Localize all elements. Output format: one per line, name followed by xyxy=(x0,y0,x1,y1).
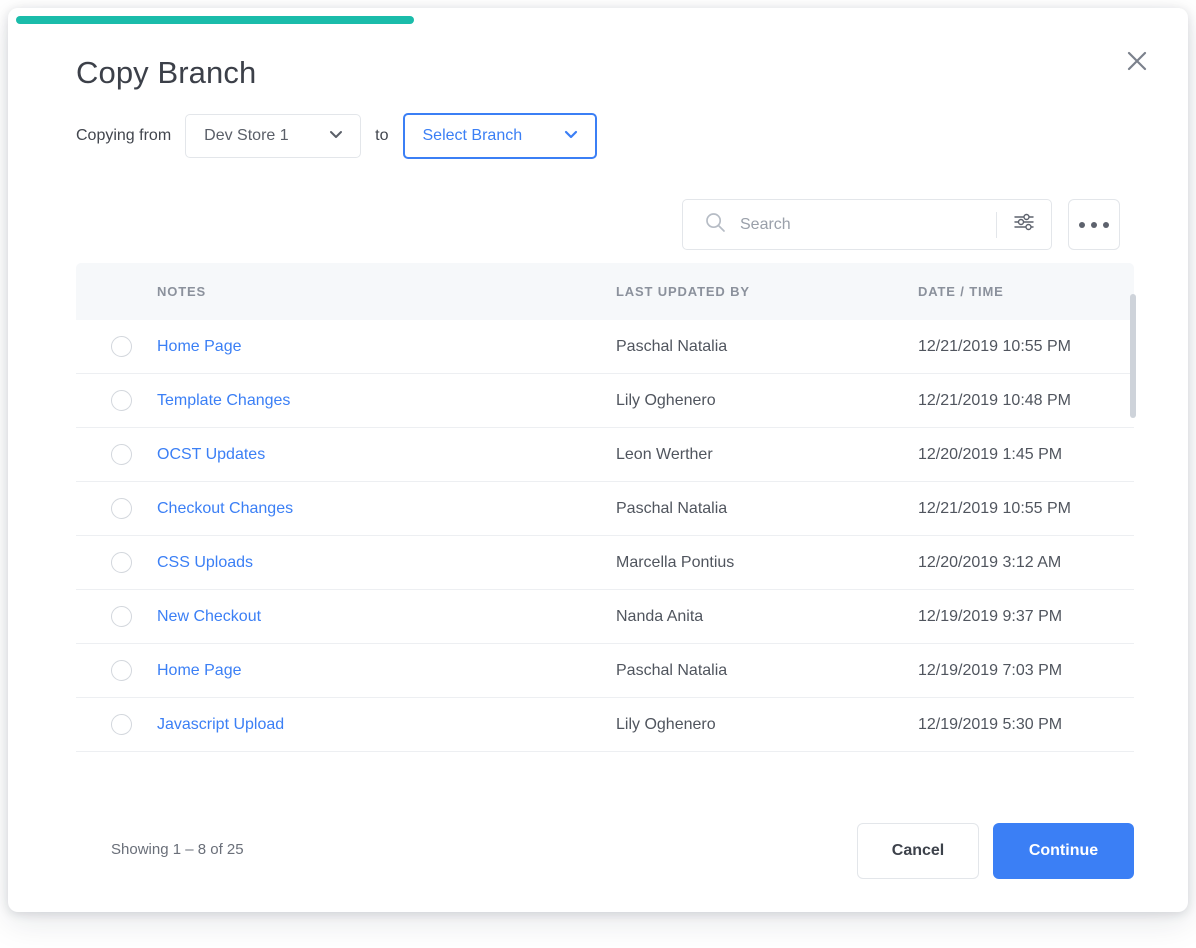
source-store-dropdown[interactable]: Dev Store 1 xyxy=(185,114,362,158)
row-radio-button[interactable] xyxy=(111,605,133,628)
row-radio-button[interactable] xyxy=(111,713,133,736)
progress-bar-track xyxy=(8,8,1188,24)
table-row[interactable]: Checkout Changes Paschal Natalia 12/21/201… xyxy=(76,482,1134,536)
sliders-icon xyxy=(1013,211,1035,238)
radio-circle-icon xyxy=(111,659,132,681)
page-title: Copy Branch xyxy=(76,55,257,90)
target-branch-dropdown[interactable]: Select Branch xyxy=(402,113,597,159)
chevron-down-icon xyxy=(328,126,344,147)
row-last-updated-by: Marcella Pontius xyxy=(616,553,735,571)
radio-circle-icon xyxy=(111,605,132,627)
table-row[interactable]: Home Page Paschal Natalia 12/21/2019 10:55… xyxy=(76,320,1134,374)
row-date-time: 12/19/2019 7:03 PM xyxy=(918,661,1063,679)
close-icon xyxy=(1126,50,1148,72)
row-note-link[interactable]: Javascript Upload xyxy=(157,716,284,734)
row-radio-button[interactable] xyxy=(111,389,133,412)
row-radio-button[interactable] xyxy=(111,443,133,466)
row-date-time: 12/19/2019 5:30 PM xyxy=(918,715,1063,733)
row-note-link[interactable]: Home Page xyxy=(157,662,242,680)
radio-circle-icon xyxy=(111,497,132,519)
branch-notes-table: NOTES LAST UPDATED BY DATE / TIME Home P… xyxy=(76,263,1136,752)
row-date-time: 12/21/2019 10:55 PM xyxy=(918,337,1072,355)
row-note-link[interactable]: Home Page xyxy=(157,338,242,356)
row-last-updated-by: Lily Oghenero xyxy=(616,715,716,733)
radio-circle-icon xyxy=(111,713,132,735)
copy-branch-modal: Copy Branch Copying from Dev Store 1 to … xyxy=(8,8,1188,912)
row-date-time: 12/21/2019 10:55 PM xyxy=(918,499,1072,517)
row-last-updated-by: Nanda Anita xyxy=(616,607,704,625)
ellipsis-icon xyxy=(1091,221,1097,228)
column-header-last-updated-by: LAST UPDATED BY xyxy=(616,284,750,299)
row-last-updated-by: Lily Oghenero xyxy=(616,391,716,409)
table-toolbar xyxy=(682,199,1120,250)
search-box[interactable] xyxy=(682,199,1052,250)
table-row[interactable]: CSS Uploads Marcella Pontius 12/20/2019 3:… xyxy=(76,536,1134,590)
copying-from-label: Copying from xyxy=(76,127,172,144)
source-store-value: Dev Store 1 xyxy=(204,127,289,144)
radio-circle-icon xyxy=(111,551,132,573)
table-scrollbar[interactable] xyxy=(1130,263,1136,711)
column-header-notes: NOTES xyxy=(157,284,207,299)
row-note-link[interactable]: OCST Updates xyxy=(157,446,265,464)
continue-button[interactable]: Continue xyxy=(993,823,1134,879)
search-input[interactable] xyxy=(740,215,996,234)
table-scrollbar-thumb[interactable] xyxy=(1130,294,1136,418)
connector-label: to xyxy=(375,127,389,144)
ellipsis-icon xyxy=(1103,221,1109,228)
table-row[interactable]: Template Changes Lily Oghenero 12/21/2019 … xyxy=(76,374,1134,428)
target-branch-value: Select Branch xyxy=(422,127,523,144)
table-row[interactable]: Home Page Paschal Natalia 12/19/2019 7:03 … xyxy=(76,644,1134,698)
row-last-updated-by: Paschal Natalia xyxy=(616,337,728,355)
row-note-link[interactable]: CSS Uploads xyxy=(157,554,253,572)
row-radio-button[interactable] xyxy=(111,659,133,682)
chevron-down-icon xyxy=(563,126,579,147)
radio-circle-icon xyxy=(111,443,132,465)
row-last-updated-by: Paschal Natalia xyxy=(616,661,728,679)
progress-bar-fill xyxy=(16,16,414,24)
row-date-time: 12/19/2019 9:37 PM xyxy=(918,607,1063,625)
row-date-time: 12/21/2019 10:48 PM xyxy=(918,391,1072,409)
row-radio-button[interactable] xyxy=(111,335,133,358)
column-header-date-time: DATE / TIME xyxy=(918,284,1004,299)
row-radio-button[interactable] xyxy=(111,497,133,520)
copy-source-row: Copying from Dev Store 1 to Select Branc… xyxy=(76,113,597,159)
more-options-button[interactable] xyxy=(1068,199,1120,250)
table-row[interactable]: OCST Updates Leon Werther 12/20/2019 1:45 … xyxy=(76,428,1134,482)
table-row[interactable]: New Checkout Nanda Anita 12/19/2019 9:37 P… xyxy=(76,590,1134,644)
row-note-link[interactable]: Checkout Changes xyxy=(157,500,293,518)
row-date-time: 12/20/2019 3:12 AM xyxy=(918,553,1062,571)
table-header-row: NOTES LAST UPDATED BY DATE / TIME xyxy=(76,263,1134,320)
table-body: Home Page Paschal Natalia 12/21/2019 10:55… xyxy=(76,320,1134,752)
cancel-button[interactable]: Cancel xyxy=(857,823,979,879)
row-note-link[interactable]: Template Changes xyxy=(157,392,290,410)
close-button[interactable] xyxy=(1120,44,1154,78)
row-last-updated-by: Leon Werther xyxy=(616,445,713,463)
row-date-time: 12/20/2019 1:45 PM xyxy=(918,445,1063,463)
ellipsis-icon xyxy=(1079,221,1085,228)
radio-circle-icon xyxy=(111,335,132,357)
row-note-link[interactable]: New Checkout xyxy=(157,608,261,626)
row-radio-button[interactable] xyxy=(111,551,133,574)
row-last-updated-by: Paschal Natalia xyxy=(616,499,728,517)
pagination-summary: Showing 1 – 8 of 25 xyxy=(111,841,244,858)
table-row[interactable]: Javascript Upload Lily Oghenero 12/19/2019… xyxy=(76,698,1134,752)
search-icon xyxy=(705,212,726,238)
filter-button[interactable] xyxy=(997,200,1051,249)
radio-circle-icon xyxy=(111,389,132,411)
